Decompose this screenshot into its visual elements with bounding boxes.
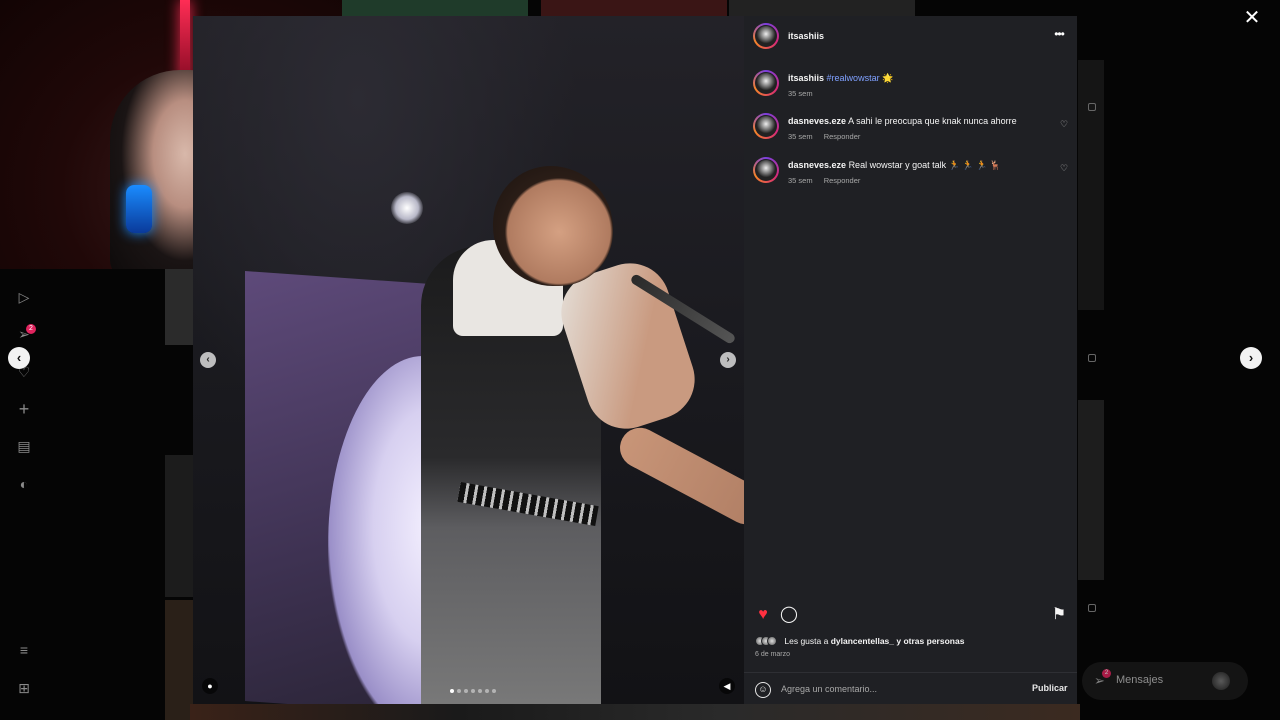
comment-meta: 35 sem Responder bbox=[788, 176, 869, 185]
post-header: itsashiis ••• bbox=[744, 16, 1077, 56]
speaker-icon[interactable]: ◀ bbox=[719, 678, 735, 694]
messages-badge: 2 bbox=[1102, 669, 1111, 678]
microphone bbox=[126, 185, 152, 233]
background-feed-tile bbox=[165, 269, 193, 345]
avatar bbox=[1212, 672, 1230, 690]
comment-input[interactable] bbox=[781, 680, 1021, 698]
comment-username[interactable]: dasneves.eze bbox=[788, 160, 846, 170]
singer-arm bbox=[612, 420, 744, 532]
post-date[interactable]: 6 de marzo bbox=[755, 651, 790, 658]
carousel-dot bbox=[485, 689, 489, 693]
close-icon[interactable]: ✕ bbox=[1242, 8, 1262, 28]
avatar[interactable] bbox=[753, 157, 779, 183]
carousel-indicator bbox=[450, 689, 496, 693]
post-author-username[interactable]: itsashiis bbox=[788, 31, 824, 41]
instagram-post-modal-screen: ▷ ➢ 2 ♡ + ▤ ◐ ≡ ⊞ ‹ › ✕ ‹ › ● ◀ itsashii… bbox=[0, 0, 1280, 720]
comment-time[interactable]: 35 sem bbox=[788, 132, 813, 141]
singer-head bbox=[493, 166, 613, 286]
background-feed-tile bbox=[190, 704, 1080, 720]
background-feed-tile bbox=[342, 0, 528, 16]
media-prev-button[interactable]: ‹ bbox=[200, 352, 216, 368]
bookmark-icon[interactable]: ⚑ bbox=[1050, 606, 1068, 624]
dashboard-icon[interactable]: ▤ bbox=[16, 438, 32, 454]
reply-button[interactable]: Responder bbox=[824, 176, 861, 185]
multi-post-icon bbox=[1088, 354, 1096, 362]
add-comment-bar: ☺ Publicar bbox=[744, 672, 1077, 704]
background-feed-tile bbox=[1078, 60, 1104, 310]
background-feed-tile bbox=[729, 0, 915, 16]
likes-summary[interactable]: Les gusta a dylancentellas_ y otras pers… bbox=[755, 635, 1075, 649]
carousel-dot bbox=[464, 689, 468, 693]
caption-hashtag[interactable]: #realwowstar bbox=[827, 73, 880, 83]
post-actions: ♥ ◯ ⚑ bbox=[744, 606, 1077, 626]
background-feed-tile bbox=[1078, 400, 1104, 580]
post-media[interactable]: ‹ › ● ◀ bbox=[193, 16, 744, 704]
also-from-meta-icon[interactable]: ⊞ bbox=[16, 680, 32, 696]
reels-icon[interactable]: ▷ bbox=[16, 289, 32, 305]
menu-icon[interactable]: ≡ bbox=[16, 642, 32, 658]
carousel-dot bbox=[492, 689, 496, 693]
heart-icon[interactable]: ♥ bbox=[754, 606, 772, 624]
media-next-button[interactable]: › bbox=[720, 352, 736, 368]
avatar[interactable] bbox=[753, 113, 779, 139]
caption-username[interactable]: itsashiis bbox=[788, 73, 824, 83]
comment-text: A sahi le preocupa que knak nunca ahorre bbox=[848, 116, 1017, 126]
emoji-icon[interactable]: ☺ bbox=[755, 682, 771, 698]
carousel-dot bbox=[457, 689, 461, 693]
concert-photo bbox=[193, 16, 744, 704]
comment: dasneves.eze A sahi le preocupa que knak… bbox=[788, 116, 1017, 126]
comment-like-heart-icon[interactable]: ♡ bbox=[1059, 163, 1069, 173]
caption: itsashiis #realwowstar 🌟 bbox=[788, 73, 893, 84]
led-light bbox=[180, 0, 190, 80]
more-options-icon[interactable]: ••• bbox=[1051, 26, 1067, 42]
notification-badge: 2 bbox=[26, 324, 36, 334]
carousel-dot bbox=[450, 689, 454, 693]
background-feed-tile bbox=[541, 0, 727, 16]
comment-like-heart-icon[interactable]: ♡ bbox=[1059, 119, 1069, 129]
background-feed-tile bbox=[165, 455, 193, 597]
messages-label: Mensajes bbox=[1116, 674, 1164, 686]
caption-emoji: 🌟 bbox=[882, 73, 894, 83]
caption-time[interactable]: 35 sem bbox=[788, 89, 813, 98]
publish-button[interactable]: Publicar bbox=[1032, 683, 1068, 693]
likes-suffix[interactable]: y otras personas bbox=[896, 636, 964, 646]
likes-prefix: Les gusta a bbox=[784, 635, 829, 646]
comment-meta: 35 sem Responder bbox=[788, 132, 869, 141]
post-details-panel: itsashiis ••• itsashiis #realwowstar 🌟 3… bbox=[744, 16, 1077, 704]
multi-post-icon bbox=[1088, 604, 1096, 612]
comment-time[interactable]: 35 sem bbox=[788, 176, 813, 185]
reply-button[interactable]: Responder bbox=[824, 132, 861, 141]
create-icon[interactable]: + bbox=[16, 400, 32, 418]
avatar[interactable] bbox=[753, 70, 779, 96]
comment-icon[interactable]: ◯ bbox=[780, 606, 798, 624]
comment: dasneves.eze Real wowstar y goat talk 🏃 … bbox=[788, 160, 1001, 171]
messages-pill[interactable]: ➢ 2 Mensajes bbox=[1082, 662, 1248, 700]
comment-username[interactable]: dasneves.eze bbox=[788, 116, 846, 126]
background-feed-tile bbox=[165, 600, 193, 720]
threads-icon[interactable]: ◐ bbox=[16, 476, 32, 492]
carousel-dot bbox=[471, 689, 475, 693]
liker-avatar bbox=[767, 635, 777, 646]
stage-spotlight bbox=[391, 192, 423, 224]
caption-meta: 35 sem bbox=[788, 89, 822, 98]
comment-text: Real wowstar y goat talk 🏃 🏃 🏃 🦌 bbox=[848, 160, 1001, 170]
next-post-button[interactable]: › bbox=[1240, 347, 1262, 369]
user-tag-icon[interactable]: ● bbox=[202, 678, 218, 694]
carousel-dot bbox=[478, 689, 482, 693]
previous-post-button[interactable]: ‹ bbox=[8, 347, 30, 369]
multi-post-icon bbox=[1088, 103, 1096, 111]
avatar[interactable] bbox=[753, 23, 779, 49]
likes-user[interactable]: dylancentellas_ bbox=[831, 636, 894, 646]
